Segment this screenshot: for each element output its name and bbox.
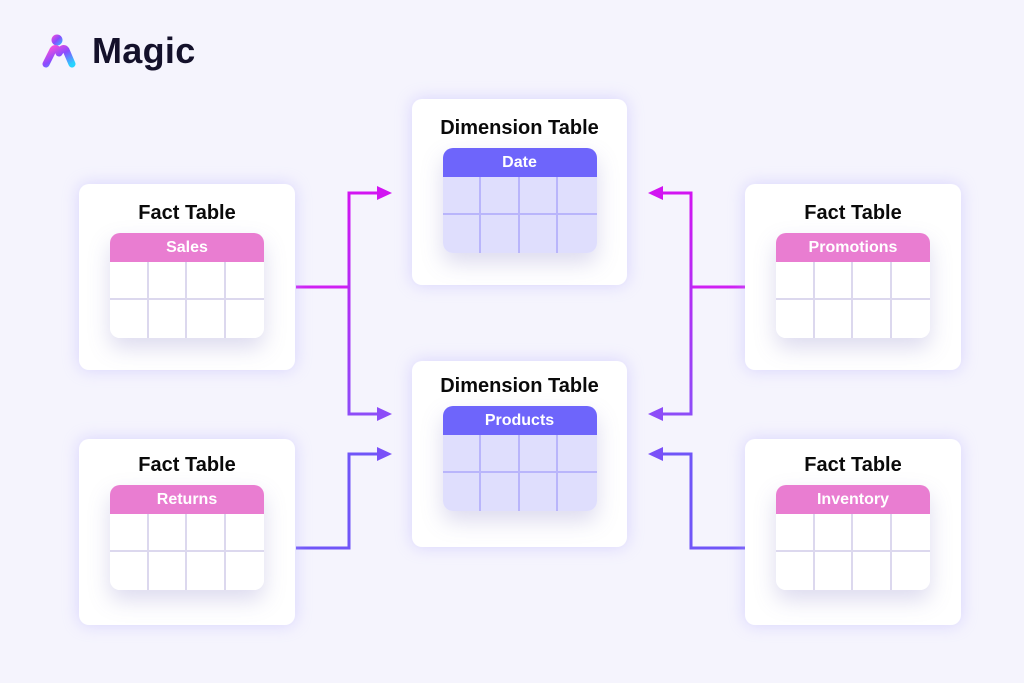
table-cell — [519, 177, 558, 215]
table-cell — [776, 262, 815, 300]
table-icon: Products — [442, 406, 597, 511]
table-name: Inventory — [776, 485, 930, 514]
table-cell — [814, 514, 853, 552]
table-cell — [853, 552, 892, 590]
table-cell — [558, 435, 597, 473]
table-cell — [776, 552, 815, 590]
table-cell — [815, 300, 853, 338]
card-title: Fact Table — [804, 202, 902, 224]
card-title: Fact Table — [804, 454, 902, 476]
table-cell — [110, 514, 149, 552]
dimension-table-date[interactable]: Dimension Table Date — [412, 99, 627, 285]
table-cell — [149, 552, 187, 590]
table-cell — [226, 552, 265, 590]
table-cell — [442, 435, 481, 473]
table-cell — [443, 473, 481, 511]
table-cell — [149, 300, 187, 338]
table-cell — [225, 262, 264, 300]
table-cell — [187, 514, 226, 552]
fact-table-promotions[interactable]: Fact Table Promotions — [745, 184, 961, 370]
table-icon: Returns — [110, 485, 264, 590]
card-title: Dimension Table — [440, 117, 599, 139]
fact-table-returns[interactable]: Fact Table Returns — [79, 439, 295, 625]
table-cell — [519, 435, 558, 473]
table-cell — [226, 300, 265, 338]
connector-returns — [296, 447, 392, 550]
table-cell — [892, 552, 931, 590]
table-cell — [558, 177, 597, 215]
table-icon: Inventory — [776, 485, 930, 590]
card-title: Dimension Table — [440, 375, 599, 397]
arrowhead-icon — [377, 186, 392, 200]
arrowhead-icon — [648, 447, 663, 461]
table-cell — [853, 300, 892, 338]
table-cell — [558, 473, 597, 511]
table-name: Returns — [110, 485, 264, 514]
table-name: Products — [442, 406, 597, 435]
table-cell — [776, 300, 815, 338]
table-cell — [148, 262, 187, 300]
table-cell — [187, 552, 226, 590]
table-cell — [558, 215, 597, 253]
table-cell — [814, 262, 853, 300]
table-cell — [148, 514, 187, 552]
table-cell — [481, 215, 520, 253]
table-cell — [520, 215, 558, 253]
table-cell — [110, 300, 149, 338]
table-cell — [225, 514, 264, 552]
table-cell — [891, 514, 930, 552]
card-title: Fact Table — [138, 454, 236, 476]
table-cell — [520, 473, 558, 511]
fact-table-sales[interactable]: Fact Table Sales — [79, 184, 295, 370]
table-cell — [481, 177, 520, 215]
arrowhead-icon — [377, 447, 392, 461]
table-cell — [776, 514, 815, 552]
fact-table-inventory[interactable]: Fact Table Inventory — [745, 439, 961, 625]
table-cell — [815, 552, 853, 590]
table-cell — [853, 262, 892, 300]
table-cell — [110, 262, 149, 300]
connector-sales — [296, 186, 392, 421]
table-icon: Date — [442, 148, 597, 253]
table-cell — [443, 215, 481, 253]
table-cell — [187, 262, 226, 300]
table-cell — [442, 177, 481, 215]
arrowhead-icon — [377, 407, 392, 421]
connector-promotions — [648, 186, 745, 421]
connector-inventory — [648, 447, 745, 550]
dimension-table-products[interactable]: Dimension Table Products — [412, 361, 627, 547]
card-title: Fact Table — [138, 202, 236, 224]
table-cell — [187, 300, 226, 338]
table-name: Sales — [110, 233, 264, 262]
table-cell — [481, 435, 520, 473]
table-cell — [853, 514, 892, 552]
table-cell — [481, 473, 520, 511]
table-name: Date — [442, 148, 597, 177]
table-cell — [892, 300, 931, 338]
arrowhead-icon — [648, 407, 663, 421]
table-icon: Sales — [110, 233, 264, 338]
table-icon: Promotions — [776, 233, 930, 338]
table-cell — [891, 262, 930, 300]
table-cell — [110, 552, 149, 590]
table-name: Promotions — [776, 233, 930, 262]
arrowhead-icon — [648, 186, 663, 200]
